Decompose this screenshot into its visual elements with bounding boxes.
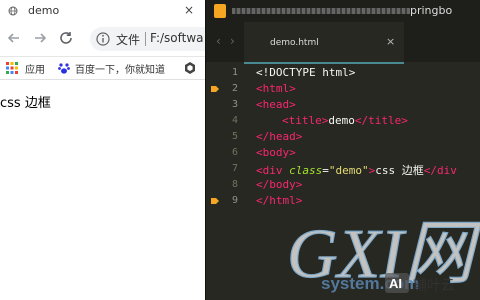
browser-tab-strip: demo × — [0, 0, 205, 22]
page-text: css 边框 — [0, 96, 51, 111]
browser-tab-title: demo — [28, 4, 60, 17]
close-icon[interactable]: × — [386, 35, 395, 48]
page-viewport: css 边框 — [0, 80, 205, 300]
code-area[interactable]: <!DOCTYPE html> <html> <head> <title>dem… — [256, 62, 480, 300]
editor-titlebar: pringbo — [206, 0, 480, 22]
bookmark-baidu[interactable]: 百度一下，你就知道 — [58, 61, 165, 76]
line-number: 1 — [231, 67, 238, 78]
line-number-gutter: 1 2 3 4 5 6 7 8 9 — [206, 62, 251, 300]
browser-window: demo × 文件 F:/softwa 应用 百度一下，你就知道 css 边框 — [0, 0, 220, 300]
browser-tab-demo[interactable]: demo × — [0, 0, 205, 22]
bookmark-tag-icon — [211, 198, 219, 204]
info-icon[interactable] — [96, 32, 110, 46]
line-number: 9 — [231, 195, 238, 206]
browser-toolbar: 文件 F:/softwa — [0, 22, 220, 57]
url-text[interactable]: F:/softwa — [150, 31, 204, 45]
bookmark-label: 百度一下，你就知道 — [75, 65, 165, 76]
line-number: 5 — [231, 131, 238, 142]
code-line-1: <!DOCTYPE html> — [256, 66, 356, 79]
code-line-4: <title>demo</title> — [282, 114, 408, 127]
bookmark-tag-icon — [211, 86, 219, 92]
code-line-6: <body> — [256, 146, 296, 159]
chevron-right-icon[interactable]: › — [230, 34, 235, 48]
line-number: 2 — [231, 83, 238, 94]
line-number: 8 — [231, 179, 238, 190]
back-arrow-icon[interactable] — [6, 30, 22, 46]
close-icon[interactable]: × — [184, 3, 194, 17]
code-line-8: </body> — [256, 178, 303, 191]
omnibox-divider — [145, 32, 146, 46]
forward-arrow-icon[interactable] — [32, 30, 48, 46]
chevron-left-icon[interactable]: ‹ — [216, 34, 221, 48]
bookmark-label: 应用 — [25, 65, 45, 76]
line-number: 3 — [231, 99, 238, 110]
code-line-5: </head> — [256, 130, 303, 143]
baidu-paw-icon — [58, 63, 70, 74]
bookmark-apps[interactable]: 应用 — [6, 61, 45, 76]
code-line-9: </html> — [256, 194, 303, 207]
address-bar[interactable]: 文件 F:/softwa — [90, 27, 220, 51]
sublime-text-icon — [214, 4, 226, 18]
line-number: 6 — [231, 147, 238, 158]
window-title: pringbo — [410, 4, 453, 17]
bookmarks-bar: 应用 百度一下，你就知道 — [0, 57, 205, 80]
apps-grid-icon — [6, 62, 18, 74]
code-line-3: <head> — [256, 98, 296, 111]
blurred-window-path — [232, 8, 410, 14]
extension-icon[interactable] — [184, 62, 196, 74]
code-line-2: <html> — [256, 82, 296, 95]
globe-icon — [8, 6, 18, 16]
editor-tab-name: demo.html — [270, 38, 319, 48]
editor-tab-bar: ‹ › demo.html × — [206, 22, 480, 64]
editor-tab-demo-html[interactable]: demo.html × — [244, 22, 404, 64]
file-scheme-label: 文件 — [116, 33, 141, 47]
line-number: 4 — [231, 115, 238, 126]
reload-icon[interactable] — [58, 30, 74, 46]
code-editor-window: pringbo ‹ › demo.html × 1 2 3 4 5 6 7 8 … — [205, 0, 480, 300]
code-line-7: <div class="demo">css 边框</div — [256, 164, 457, 177]
line-number: 7 — [231, 163, 238, 174]
